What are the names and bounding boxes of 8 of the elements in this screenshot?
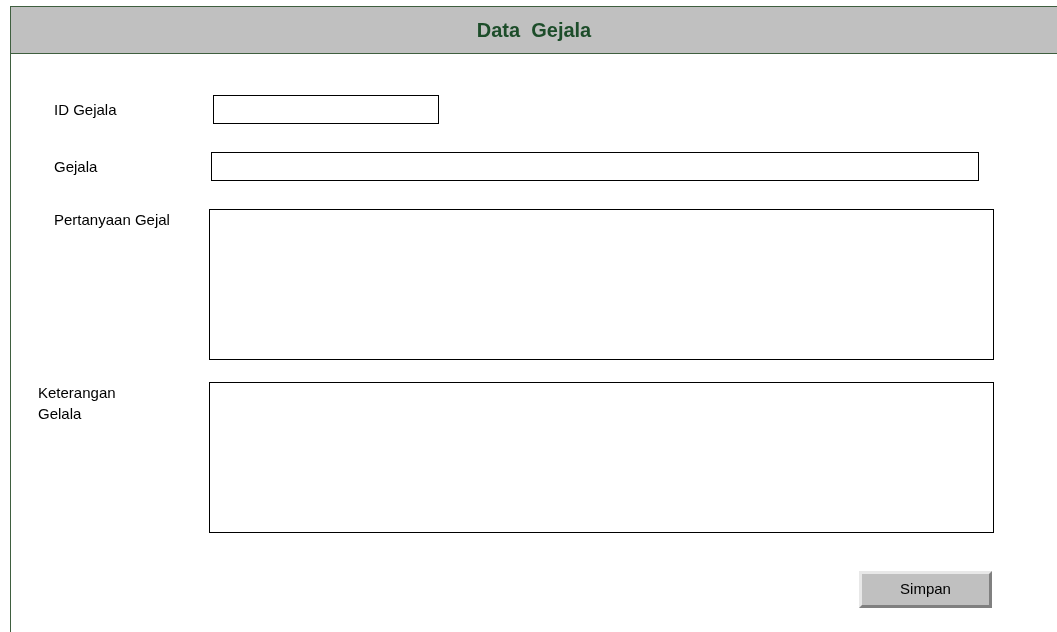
input-field[interactable] [213, 95, 439, 124]
field-label: ID Gejala [54, 100, 118, 120]
input-field[interactable] [211, 152, 979, 181]
field-label: Gejala [54, 157, 99, 177]
field-label: Pertanyaan Gejal [54, 210, 171, 230]
save-button[interactable]: Simpan [859, 571, 992, 608]
field-label: Keterangan Gelala [38, 383, 117, 424]
form-title: Data Gejala [476, 18, 592, 43]
